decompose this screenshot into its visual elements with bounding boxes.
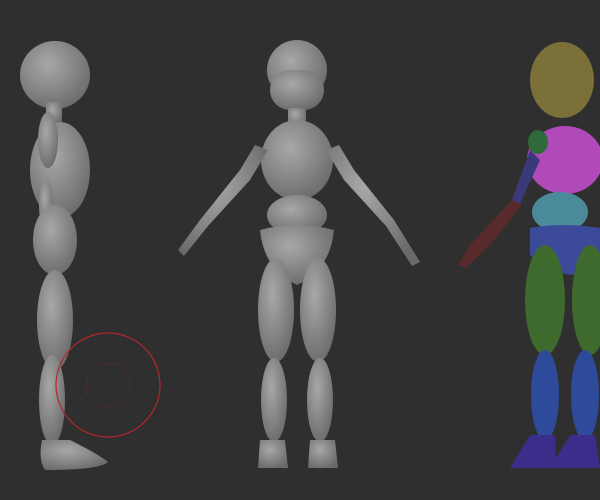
model-side-view [20,41,108,470]
3d-viewport[interactable] [0,0,600,500]
brush-cursor[interactable] [55,332,161,438]
viewport-canvas[interactable] [0,0,600,500]
model-polygroup-view [458,42,600,468]
model-front-view [178,40,420,468]
